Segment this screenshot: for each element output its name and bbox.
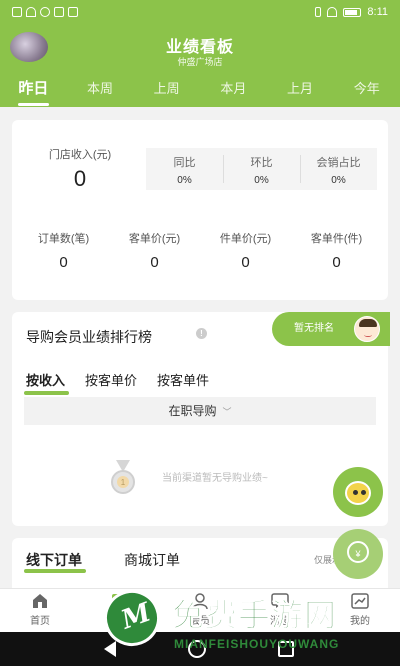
status-time: 8:11 <box>367 6 388 18</box>
ratio-value: 0% <box>177 175 192 186</box>
tab-yesterday[interactable]: 昨日 <box>0 78 67 106</box>
watermark: 免费手游网 MIANFEISHOUYOUWANG <box>96 582 396 666</box>
metric-order-count: 订单数(笔) 0 <box>18 230 109 271</box>
tab-this-year[interactable]: 今年 <box>333 78 400 106</box>
tab-offline-orders[interactable]: 线下订单 <box>24 550 86 573</box>
no-rank-label: 暂无排名 <box>294 323 334 334</box>
ratio-value: 0% <box>331 175 346 186</box>
tab-mall-orders[interactable]: 商城订单 <box>124 550 180 570</box>
metric-label: 件单价(元) <box>219 233 272 245</box>
store-name: 仲盛广场店 <box>177 57 223 67</box>
mascot-floating-button[interactable] <box>333 467 383 517</box>
nav-home[interactable]: 首页 <box>0 589 80 632</box>
mascot-icon <box>345 481 371 505</box>
ratio-member-share: 会销占比 0% <box>300 148 377 190</box>
ratio-mom: 环比 0% <box>223 148 300 190</box>
metrics-row: 订单数(笔) 0 客单价(元) 0 件单价(元) 0 客单件(件) 0 <box>18 230 382 271</box>
mascot-eye <box>353 490 358 495</box>
tab-by-avg-order-price[interactable]: 按客单价 <box>85 370 137 393</box>
app-header: 业绩看板 仲盛广场店 昨日 本周 上周 本月 上月 今年 <box>0 24 400 107</box>
store-revenue-value: 0 <box>73 166 87 191</box>
user-avatar-icon <box>354 316 380 342</box>
metric-value: 0 <box>241 254 250 271</box>
info-icon[interactable]: ! <box>196 328 207 339</box>
orders-card: 线下订单 商城订单 仅展示最近14天 <box>12 538 388 588</box>
stats-card: 门店收入(元) 0 同比 0% 环比 0% 会销占比 0% 订单数(笔) 0 客… <box>12 120 388 300</box>
metric-label: 订单数(笔) <box>37 233 90 245</box>
metric-value: 0 <box>150 254 159 271</box>
sim-icon <box>12 7 22 17</box>
tab-last-month[interactable]: 上月 <box>267 78 334 106</box>
metric-label: 客单价(元) <box>128 233 181 245</box>
metric-avg-order-price: 客单价(元) 0 <box>109 230 200 271</box>
ranking-tabs: 按收入 按客单价 按客单件 <box>23 370 209 395</box>
page-title: 业绩看板 <box>165 39 234 56</box>
cloud-icon <box>40 7 50 17</box>
ratio-yoy: 同比 0% <box>146 148 223 190</box>
app-notification-icon <box>54 7 64 17</box>
period-tabs: 昨日 本周 上周 本月 上月 今年 <box>0 78 400 106</box>
ratio-label: 会销占比 <box>316 157 361 169</box>
metric-label: 客单件(件) <box>310 233 363 245</box>
ratio-label: 环比 <box>250 157 273 169</box>
medal-icon: 1 <box>111 460 135 494</box>
ratio-box: 同比 0% 环比 0% 会销占比 0% <box>146 148 377 190</box>
staff-filter-dropdown[interactable]: 在职导购 ﹀ <box>24 397 376 425</box>
status-icons-right: 8:11 <box>315 6 388 18</box>
staff-filter-value: 在职导购 <box>168 404 217 418</box>
metric-value: 0 <box>332 254 341 271</box>
home-icon <box>33 594 47 608</box>
watermark-text: 免费手游网 <box>171 596 338 635</box>
empty-state-text: 当前渠道暂无导购业绩~ <box>162 473 268 484</box>
nav-label: 首页 <box>30 616 50 627</box>
tab-last-week[interactable]: 上周 <box>133 78 200 106</box>
battery-icon <box>343 7 362 17</box>
status-bar: 8:11 <box>0 0 400 24</box>
chevron-down-icon: ﹀ <box>222 407 232 417</box>
ratio-label: 同比 <box>173 157 196 169</box>
status-icons-left <box>12 7 78 17</box>
watermark-logo <box>96 582 168 654</box>
money-icon: ¥ <box>347 541 369 563</box>
metric-value: 0 <box>59 254 68 271</box>
tab-this-month[interactable]: 本月 <box>200 78 267 106</box>
tab-by-items-per-order[interactable]: 按客单件 <box>157 370 209 393</box>
money-floating-button[interactable]: ¥ <box>333 529 383 579</box>
ratio-value: 0% <box>254 175 269 186</box>
mascot-eye <box>361 490 366 495</box>
metric-items-per-order: 客单件(件) 0 <box>291 230 382 271</box>
svg-text:1: 1 <box>121 478 126 487</box>
app-notification-icon-2 <box>68 7 78 17</box>
ranking-card: 导购会员业绩排行榜 ! 暂无排名 按收入 按客单价 按客单件 在职导购 ﹀ 1 当… <box>12 312 390 526</box>
metric-unit-price: 件单价(元) 0 <box>200 230 291 271</box>
wifi-icon <box>26 7 36 17</box>
vibrate-icon <box>315 7 322 17</box>
tab-by-revenue[interactable]: 按收入 <box>23 370 70 395</box>
wifi-signal-icon <box>327 7 338 17</box>
watermark-subtext: MIANFEISHOUYOUWANG <box>174 637 340 651</box>
no-rank-badge[interactable]: 暂无排名 <box>272 312 390 346</box>
tab-this-week[interactable]: 本周 <box>67 78 134 106</box>
store-revenue-label: 门店收入(元) <box>48 149 112 161</box>
ranking-title: 导购会员业绩排行榜 <box>26 329 152 345</box>
